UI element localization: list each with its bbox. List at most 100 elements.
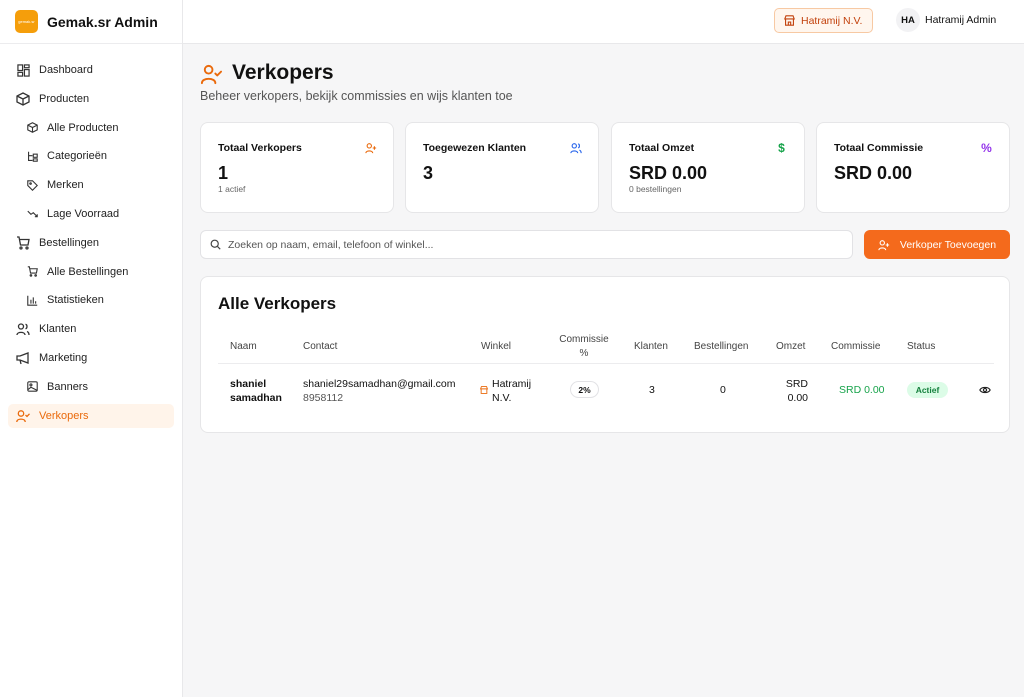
percent-icon: %	[981, 140, 992, 155]
sidebar-item-categorieen[interactable]: Categorieën	[8, 144, 174, 168]
table-title: Alle Verkopers	[218, 294, 337, 313]
page-title: Verkopers	[232, 61, 334, 84]
shop-name: Hatramij N.V.	[801, 14, 863, 27]
tag-icon	[27, 179, 38, 191]
box-icon	[16, 92, 30, 106]
stat-label: Totaal Omzet	[629, 142, 695, 154]
trending-down-icon	[27, 208, 38, 219]
bar-chart-icon	[27, 295, 38, 306]
brand-logo: gemak.sr	[15, 10, 38, 33]
sidebar-item-verkopers[interactable]: Verkopers	[8, 403, 174, 428]
user-plus-icon	[364, 141, 377, 154]
column-header-commissie: Commissie	[831, 341, 881, 352]
user-check-icon	[200, 63, 223, 86]
users-icon	[16, 322, 30, 336]
sidebar-item-marketing[interactable]: Marketing	[8, 346, 174, 370]
sidebar-item-producten[interactable]: Producten	[8, 87, 174, 111]
sidebar-item-klanten[interactable]: Klanten	[8, 317, 174, 341]
eye-icon	[979, 386, 991, 394]
stat-value: 3	[423, 163, 434, 183]
sellers-table-card: Alle Verkopers Naam Contact Winkel Commi…	[200, 276, 1010, 433]
seller-shop: Hatramij N.V.	[479, 377, 531, 405]
view-button[interactable]	[979, 384, 991, 399]
add-seller-button[interactable]: Verkoper Toevoegen	[864, 230, 1010, 259]
seller-commission: SRD 0.00	[839, 384, 885, 396]
sidebar-item-label: Statistieken	[47, 294, 104, 307]
stat-card-toegewezen-klanten: Toegewezen Klanten 3	[405, 122, 599, 213]
add-seller-label: Verkoper Toevoegen	[899, 238, 997, 251]
sidebar-item-label: Klanten	[39, 323, 77, 336]
sidebar-item-label: Lage Voorraad	[47, 207, 120, 220]
stat-label: Totaal Verkopers	[218, 142, 302, 154]
sidebar-item-label: Alle Bestellingen	[47, 265, 129, 278]
sidebar-item-statistieken[interactable]: Statistieken	[8, 288, 174, 312]
column-header-commissie-pct-line1: Commissie	[559, 334, 609, 345]
sidebar-item-label: Categorieën	[47, 150, 107, 163]
column-header-commissie-pct-line2: %	[579, 348, 589, 359]
cart-icon	[16, 236, 30, 250]
column-header-klanten: Klanten	[634, 341, 668, 352]
status-badge: Actief	[907, 382, 948, 398]
sidebar: gemak.sr Gemak.sr Admin Dashboard Produc…	[0, 0, 183, 697]
seller-orders: 0	[720, 384, 726, 396]
seller-customers: 3	[649, 384, 655, 396]
column-header-naam: Naam	[230, 341, 257, 352]
stat-value: 1	[218, 163, 229, 183]
cart-icon	[27, 266, 38, 277]
sidebar-item-alle-producten[interactable]: Alle Producten	[8, 116, 174, 140]
sidebar-nav: Dashboard Producten Alle Producten Categ…	[0, 44, 182, 428]
stat-label: Toegewezen Klanten	[423, 142, 527, 154]
column-header-commissie-pct: Commissie %	[557, 333, 611, 361]
sidebar-item-alle-bestellingen[interactable]: Alle Bestellingen	[8, 260, 174, 284]
column-header-bestellingen: Bestellingen	[694, 341, 749, 352]
store-icon	[479, 384, 489, 398]
search-bar	[200, 230, 853, 259]
column-header-contact: Contact	[303, 341, 338, 352]
seller-name: shaniel samadhan	[230, 378, 282, 404]
user-name[interactable]: Hatramij Admin	[925, 14, 996, 26]
sidebar-item-label: Marketing	[39, 351, 88, 364]
store-icon	[784, 15, 795, 26]
page-subtitle: Beheer verkopers, bekijk commissies en w…	[200, 89, 513, 103]
users-icon	[569, 141, 582, 154]
column-header-winkel: Winkel	[481, 341, 512, 352]
column-header-omzet: Omzet	[776, 341, 806, 352]
sidebar-item-dashboard[interactable]: Dashboard	[8, 58, 174, 82]
sidebar-item-merken[interactable]: Merken	[8, 173, 174, 197]
sidebar-item-label: Banners	[47, 380, 88, 393]
stat-card-totaal-commissie: Totaal Commissie % SRD 0.00	[816, 122, 1010, 213]
package-icon	[27, 122, 38, 133]
stat-card-totaal-omzet: Totaal Omzet $ SRD 0.00 0 bestellingen	[611, 122, 805, 213]
user-check-icon	[16, 409, 30, 423]
app-title: Gemak.sr Admin	[47, 13, 158, 30]
megaphone-icon	[16, 351, 30, 365]
search-icon	[210, 239, 221, 250]
sidebar-item-lage-voorraad[interactable]: Lage Voorraad	[8, 202, 174, 226]
avatar[interactable]: HA	[896, 8, 920, 32]
seller-revenue: SRD 0.00	[785, 378, 808, 404]
table-header: Naam Contact Winkel Commissie % Klanten …	[218, 333, 994, 364]
dashboard-icon	[16, 63, 30, 77]
sidebar-item-label: Producten	[39, 92, 90, 105]
sidebar-item-label: Dashboard	[39, 64, 93, 76]
sidebar-item-label: Bestellingen	[39, 236, 99, 249]
shop-selector[interactable]: Hatramij N.V.	[774, 8, 874, 33]
brand[interactable]: gemak.sr Gemak.sr Admin	[0, 0, 182, 44]
seller-phone: 8958112	[303, 392, 344, 404]
stat-note: 0 bestellingen	[629, 184, 682, 194]
sidebar-item-label: Merken	[47, 179, 84, 192]
seller-contact: shaniel29samadhan@gmail.com 8958112	[303, 377, 456, 405]
user-plus-icon	[878, 239, 890, 250]
sidebar-item-banners[interactable]: Banners	[8, 375, 174, 399]
seller-email: shaniel29samadhan@gmail.com	[303, 378, 456, 390]
stat-note: 1 actief	[218, 184, 246, 194]
search-input[interactable]	[228, 238, 828, 251]
folder-tree-icon	[27, 151, 38, 162]
image-icon	[27, 381, 38, 393]
commission-pct-badge: 2%	[570, 381, 599, 398]
sidebar-item-label: Alle Producten	[47, 121, 119, 134]
stat-value: SRD 0.00	[834, 163, 913, 183]
stat-label: Totaal Commissie	[834, 142, 924, 154]
sidebar-item-bestellingen[interactable]: Bestellingen	[8, 231, 174, 255]
stat-value: SRD 0.00	[629, 163, 708, 183]
